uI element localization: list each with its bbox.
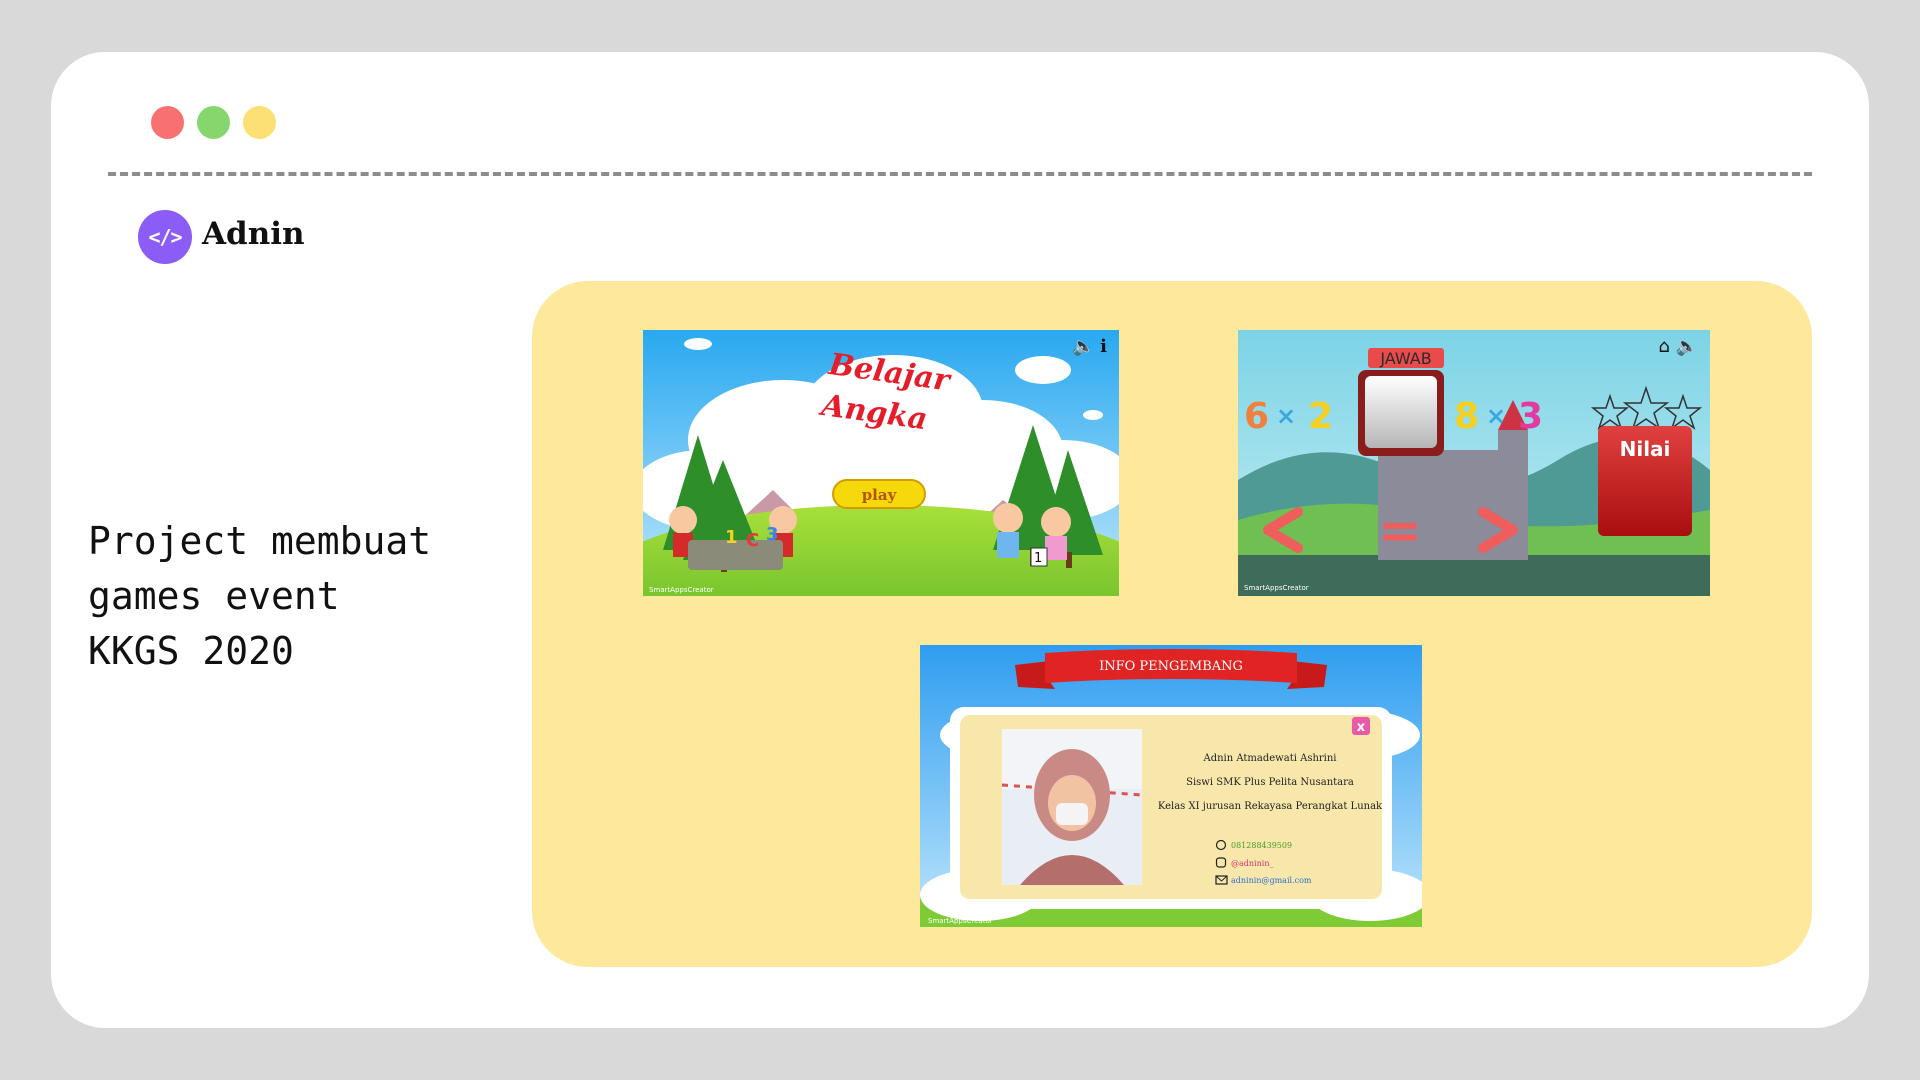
answer-input-box[interactable] (1365, 376, 1437, 448)
right-operator: × (1486, 402, 1506, 430)
developer-school: Siswi SMK Plus Pelita Nusantara (1186, 777, 1354, 788)
left-operand-a: 6 (1244, 396, 1269, 437)
svg-text:1: 1 (1034, 551, 1042, 566)
code-icon: </> (138, 210, 192, 264)
developer-phone: 081288439509 (1231, 841, 1292, 850)
watermark: SmartAppsCreator (928, 917, 993, 925)
window-close-button[interactable] (151, 106, 184, 139)
left-operator: × (1276, 402, 1296, 430)
window-minimize-button[interactable] (197, 106, 230, 139)
home-icon[interactable]: ⌂ (1658, 336, 1669, 357)
svg-text:3: 3 (766, 524, 779, 545)
close-icon: x (1357, 720, 1366, 735)
title-screen-art: 1 C 3 1 Belajar Angka play SmartAppsCrea… (643, 330, 1119, 596)
watermark: SmartAppsCreator (649, 586, 714, 594)
speaker-icon[interactable]: 🔈 (1072, 336, 1094, 357)
svg-text:1: 1 (725, 527, 738, 548)
project-line: KKGS 2020 (88, 629, 294, 673)
screenshot-question-screen[interactable]: JAWAB 6 × 2 8 × 3 = Nilai SmartAppsCreat… (1238, 330, 1710, 596)
hud-icons: ⌂ 🔈 (1658, 336, 1698, 357)
answer-label: JAWAB (1379, 349, 1431, 368)
hud-icons: 🔈 i (1072, 336, 1107, 357)
project-line: Project membuat (88, 519, 432, 563)
question-screen-art: JAWAB 6 × 2 8 × 3 = Nilai SmartAppsCreat… (1238, 330, 1710, 596)
watermark: SmartAppsCreator (1244, 584, 1309, 592)
equals-button[interactable]: = (1378, 501, 1422, 561)
window-maximize-button[interactable] (243, 106, 276, 139)
left-operand-b: 2 (1308, 396, 1333, 437)
play-label: play (862, 486, 898, 504)
right-operand-b: 3 (1518, 396, 1543, 437)
developer-instagram[interactable]: @adninin_ (1231, 859, 1273, 868)
score-label: Nilai (1620, 437, 1671, 461)
banner-title: INFO PENGEMBANG (1099, 659, 1243, 674)
developer-info-art: INFO PENGEMBANG x Adnin Atmadewati Ashri… (920, 645, 1422, 927)
speaker-icon[interactable]: 🔈 (1676, 336, 1698, 357)
right-operand-a: 8 (1454, 396, 1479, 437)
info-icon[interactable]: i (1100, 336, 1107, 357)
developer-email[interactable]: adninin@gmail.com (1231, 876, 1312, 885)
svg-text:C: C (746, 530, 759, 551)
project-description: Project membuat games event KKGS 2020 (88, 514, 488, 679)
brand-name: Adnin (202, 216, 305, 252)
developer-name: Adnin Atmadewati Ashrini (1202, 753, 1336, 764)
screenshot-title-screen[interactable]: 1 C 3 1 Belajar Angka play SmartAppsCrea… (643, 330, 1119, 596)
developer-class: Kelas XI jurusan Rekayasa Perangkat Luna… (1158, 801, 1383, 812)
screenshot-developer-info[interactable]: INFO PENGEMBANG x Adnin Atmadewati Ashri… (920, 645, 1422, 927)
project-line: games event (88, 574, 340, 618)
header-divider (108, 172, 1812, 176)
